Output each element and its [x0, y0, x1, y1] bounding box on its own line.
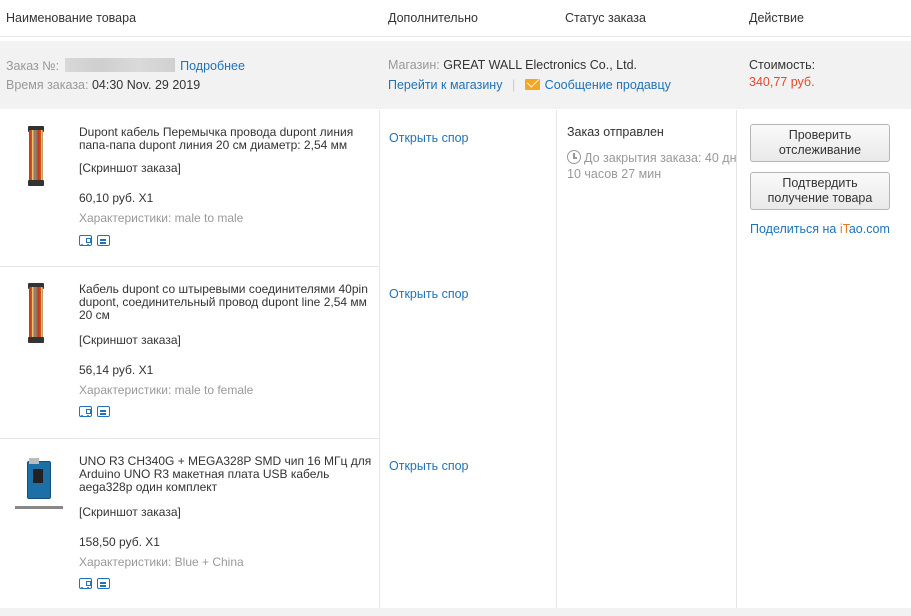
column-divider — [736, 110, 737, 610]
cable-wires — [29, 287, 43, 341]
col-product-header: Наименование товара — [6, 11, 137, 25]
table-header: Наименование товара Дополнительно Статус… — [0, 0, 911, 37]
return-icon[interactable] — [97, 406, 110, 417]
order-snapshot-link[interactable]: [Скриншот заказа] — [79, 161, 181, 175]
order-snapshot-link[interactable]: [Скриншот заказа] — [79, 333, 181, 347]
cable-wires — [29, 130, 43, 184]
product-title-link[interactable]: Кабель dupont со штыревыми соединителями… — [79, 283, 377, 322]
order-close-timer: До закрытия заказа: 40 дн 10 часов 27 ми… — [567, 150, 737, 182]
order-snapshot-link[interactable]: [Скриншот заказа] — [79, 505, 181, 519]
order-time: Время заказа: 04:30 Nov. 29 2019 — [6, 78, 200, 92]
item-icons — [79, 235, 115, 249]
board-usb-port — [29, 458, 39, 464]
link-separator: | — [511, 78, 516, 92]
truck-icon[interactable] — [79, 578, 92, 589]
open-dispute-link[interactable]: Открыть спор — [389, 459, 469, 473]
share-prefix: Поделиться на — [750, 222, 840, 236]
store-name: GREAT WALL Electronics Co., Ltd. — [443, 58, 638, 72]
order-status: Заказ отправлен — [567, 125, 664, 139]
col-action-header: Действие — [749, 11, 804, 25]
order-number: Заказ №: Подробнее — [6, 58, 245, 73]
open-dispute-link[interactable]: Открыть спор — [389, 287, 469, 301]
item-characteristics: Характеристики: Blue + China — [79, 555, 244, 569]
open-dispute-link[interactable]: Открыть спор — [389, 131, 469, 145]
cost-value: 340,77 руб. — [749, 75, 815, 89]
order-time-value: 04:30 Nov. 29 2019 — [91, 78, 201, 92]
product-title-link[interactable]: UNO R3 CH340G + MEGA328P SMD чип 16 МГц … — [79, 455, 377, 494]
row-divider — [0, 438, 379, 439]
timer-text: До закрытия заказа: 40 дн 10 часов 27 ми… — [567, 151, 737, 181]
share-itao-link[interactable]: Поделиться на iTao.com — [750, 222, 890, 236]
truck-icon[interactable] — [79, 235, 92, 246]
message-seller-link[interactable]: Сообщение продавцу — [545, 78, 671, 92]
store-links: Перейти к магазину | Сообщение продавцу — [388, 78, 671, 92]
go-to-store-link[interactable]: Перейти к магазину — [388, 78, 502, 92]
cable-connector — [28, 337, 44, 343]
check-tracking-button[interactable]: Проверить отслеживание — [750, 124, 890, 162]
order-details-link[interactable]: Подробнее — [180, 59, 245, 73]
arduino-board — [15, 457, 63, 509]
order-items-area: Dupont кабель Перемычка провода dupont л… — [0, 110, 911, 610]
order-info-bar: Заказ №: Подробнее Время заказа: 04:30 N… — [0, 41, 911, 109]
product-title-link[interactable]: Dupont кабель Перемычка провода dupont л… — [79, 126, 377, 152]
order-number-label: Заказ №: — [6, 59, 60, 73]
bottom-bar — [0, 608, 911, 616]
product-image[interactable] — [12, 455, 63, 513]
cable-connector — [28, 180, 44, 186]
share-brand-accent: iT — [839, 222, 849, 236]
order-number-redacted — [64, 58, 175, 72]
product-image[interactable] — [12, 126, 60, 186]
product-image[interactable] — [12, 283, 60, 343]
store-label: Магазин: — [388, 58, 440, 72]
confirm-receipt-button[interactable]: Подтвердить получение товара — [750, 172, 890, 210]
return-icon[interactable] — [97, 235, 110, 246]
return-icon[interactable] — [97, 578, 110, 589]
item-price: 158,50 руб. X1 — [79, 535, 160, 549]
board-chip — [33, 469, 43, 483]
item-characteristics: Характеристики: male to female — [79, 383, 254, 397]
column-divider — [379, 110, 380, 610]
board-base — [15, 506, 63, 509]
column-divider — [556, 110, 557, 610]
envelope-icon — [524, 79, 540, 90]
item-characteristics: Характеристики: male to male — [79, 211, 244, 225]
cost-label: Стоимость: — [749, 58, 816, 72]
item-icons — [79, 578, 115, 592]
truck-icon[interactable] — [79, 406, 92, 417]
clock-icon — [567, 150, 581, 164]
col-extra-header: Дополнительно — [388, 11, 478, 25]
share-brand-rest: ao.com — [848, 222, 890, 236]
item-price: 56,14 руб. X1 — [79, 363, 154, 377]
item-price: 60,10 руб. X1 — [79, 191, 154, 205]
row-divider — [0, 266, 379, 267]
store-info: Магазин: GREAT WALL Electronics Co., Ltd… — [388, 58, 637, 72]
item-icons — [79, 406, 115, 420]
col-status-header: Статус заказа — [565, 11, 646, 25]
order-time-label: Время заказа: — [6, 78, 89, 92]
